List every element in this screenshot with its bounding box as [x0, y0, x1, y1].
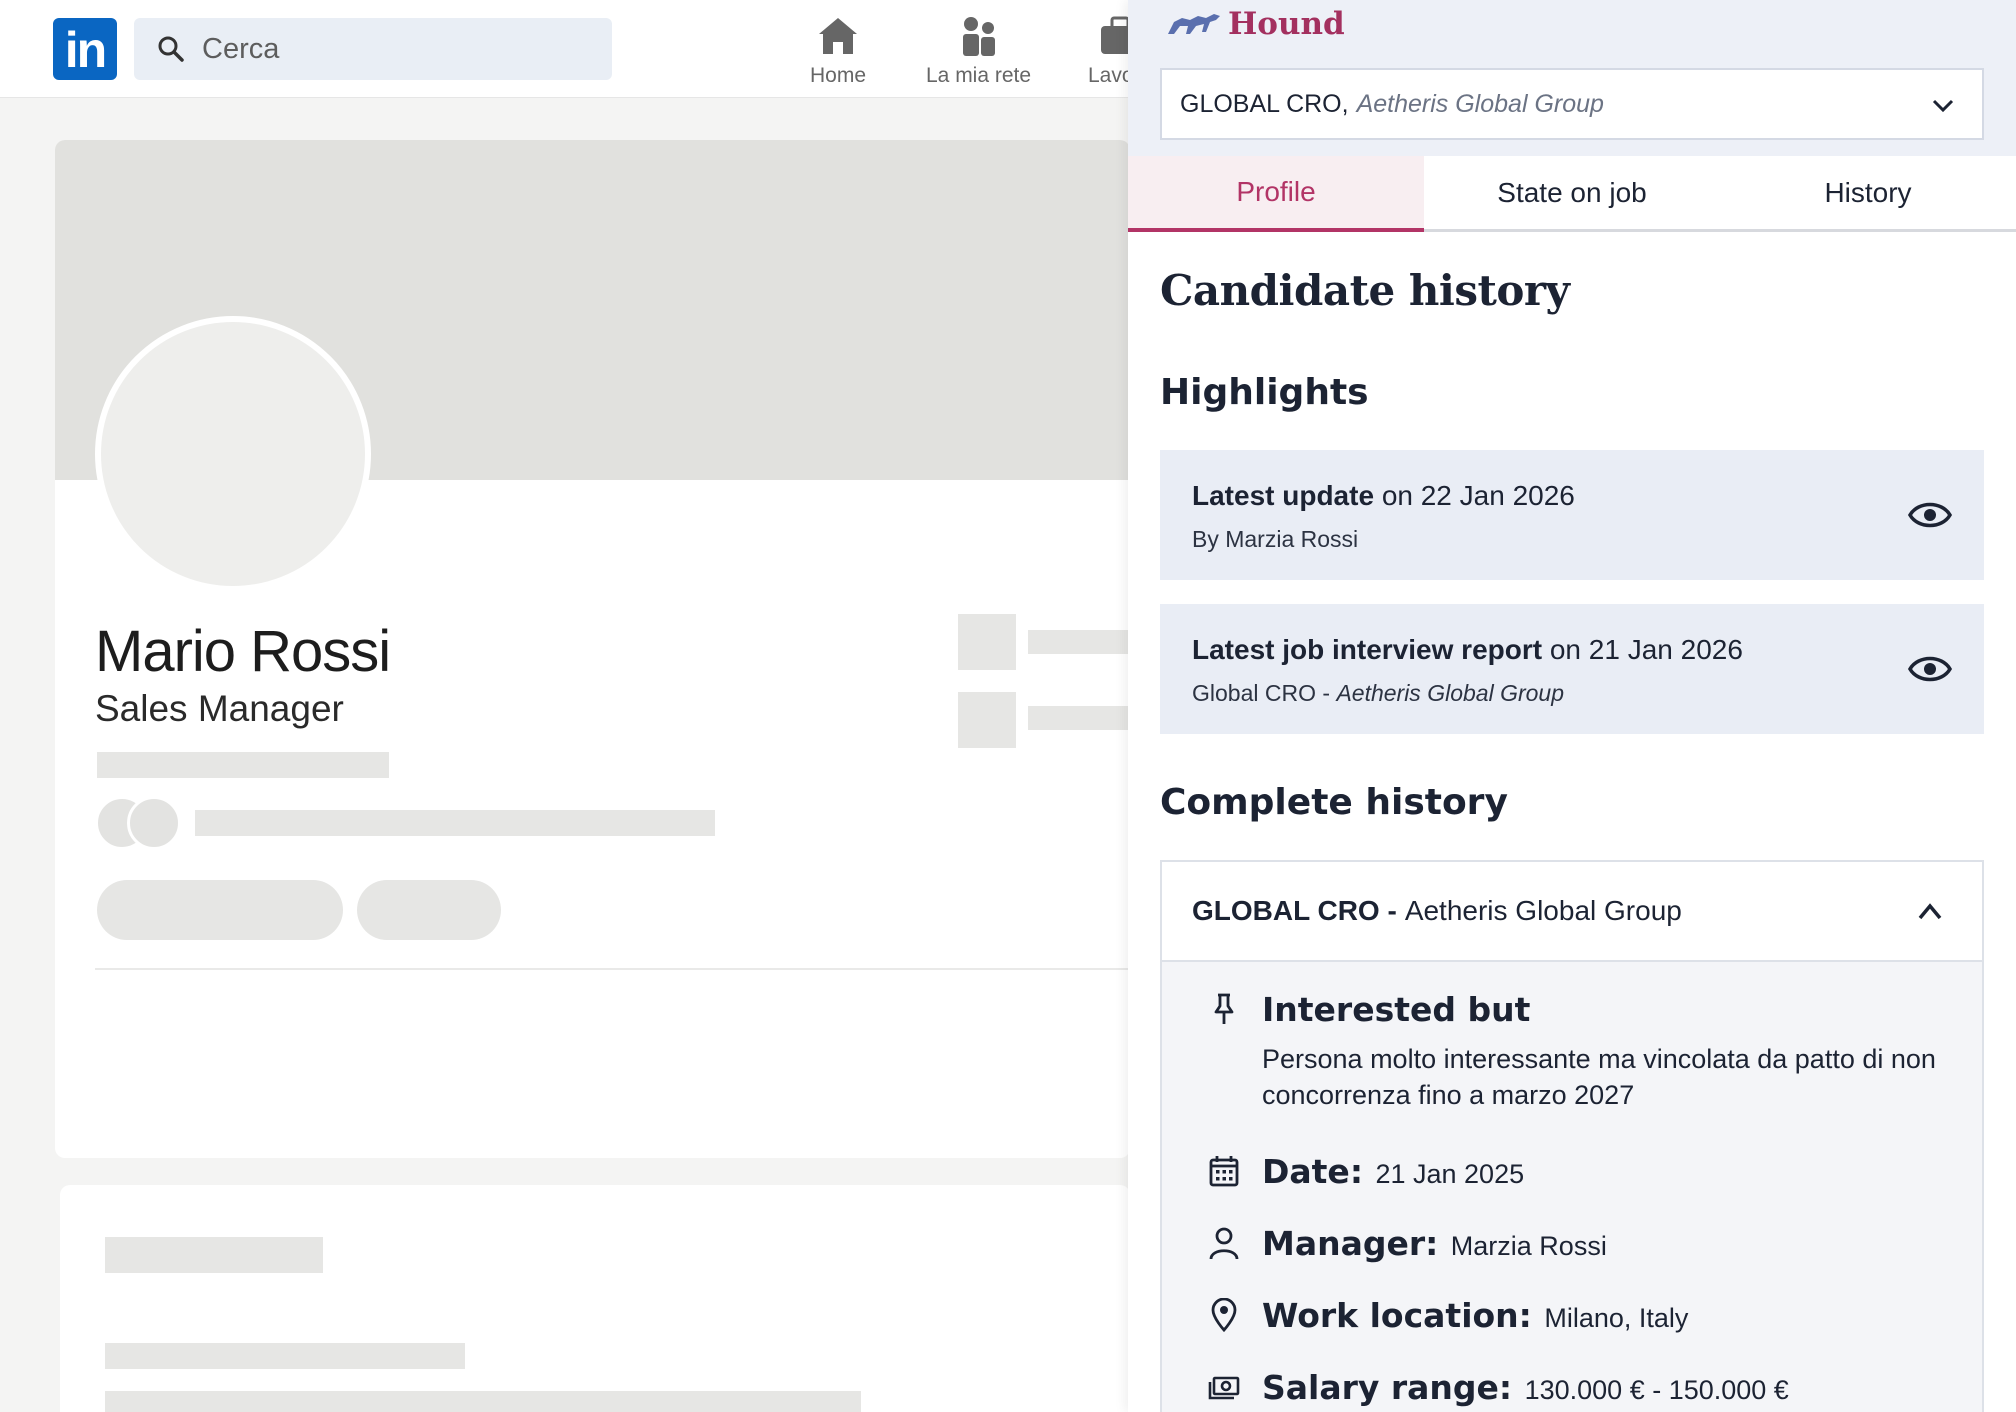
- linkedin-search-input[interactable]: Cerca: [134, 18, 612, 80]
- job-selector-dropdown[interactable]: GLOBAL CRO, Aetheris Global Group: [1160, 68, 1984, 140]
- briefcase-icon: [1101, 16, 1130, 54]
- money-icon: [1208, 1376, 1240, 1400]
- history-location-label: Work location:: [1262, 1296, 1532, 1335]
- profile-name: Mario Rossi: [95, 619, 391, 684]
- highlight-label: Latest job interview report: [1192, 634, 1543, 665]
- history-role: GLOBAL CRO -: [1192, 895, 1397, 926]
- placeholder-bar: [1028, 706, 1130, 730]
- history-company: Aetheris Global Group: [1404, 895, 1682, 926]
- highlights-heading: Highlights: [1160, 372, 1369, 413]
- placeholder-bar: [97, 752, 389, 778]
- hound-brand-name: Hound: [1228, 6, 1345, 42]
- highlight-latest-update: Latest update on 22 Jan 2026 By Marzia R…: [1160, 450, 1984, 580]
- linkedin-page: in Cerca Home La mia rete Lavoro Mario R…: [0, 0, 1130, 1412]
- profile-card: Mario Rossi Sales Manager: [55, 140, 1130, 1158]
- placeholder-avatar: [127, 796, 181, 850]
- history-salary-body: Salary range: 130.000 € - 150.000 €: [1262, 1368, 1789, 1407]
- divider: [95, 968, 1130, 970]
- page-title: Candidate history: [1160, 266, 1570, 315]
- history-salary-label: Salary range:: [1262, 1368, 1513, 1407]
- nav-home-label: Home: [810, 64, 867, 87]
- tab-bar: Profile State on job History: [1128, 156, 2016, 232]
- linkedin-topbar: in Cerca Home La mia rete Lavoro: [0, 0, 1130, 98]
- hound-logo-icon: [1168, 14, 1220, 34]
- highlight-job-company: Aetheris Global Group: [1336, 680, 1565, 706]
- highlight-line: Latest job interview report on 21 Jan 20…: [1192, 634, 1743, 666]
- avatar[interactable]: [95, 316, 371, 592]
- person-icon: [1209, 1227, 1239, 1260]
- placeholder-logo: [958, 614, 1016, 670]
- history-date-value: 21 Jan 2025: [1375, 1159, 1525, 1189]
- eye-icon[interactable]: [1908, 651, 1952, 687]
- highlight-label: Latest update: [1192, 480, 1375, 511]
- linkedin-logo[interactable]: in: [53, 18, 117, 80]
- history-manager-value: Marzia Rossi: [1450, 1231, 1607, 1261]
- history-date-body: Date: 21 Jan 2025: [1262, 1152, 1524, 1191]
- history-status-body: Interested but Persona molto interessant…: [1262, 990, 1952, 1113]
- nav-jobs[interactable]: Lavoro: [1088, 14, 1130, 88]
- job-selector-role: GLOBAL CRO,: [1180, 89, 1349, 118]
- hound-header: Hound GLOBAL CRO, Aetheris Global Group: [1128, 0, 2016, 156]
- eye-icon[interactable]: [1908, 497, 1952, 533]
- placeholder-bar: [105, 1237, 323, 1273]
- highlight-date: on 22 Jan 2026: [1381, 480, 1575, 511]
- tab-history[interactable]: History: [1720, 156, 2016, 229]
- nav-home[interactable]: Home: [810, 14, 866, 88]
- hound-panel: Hound GLOBAL CRO, Aetheris Global Group …: [1128, 0, 2016, 1412]
- search-placeholder: Cerca: [202, 32, 280, 65]
- profile-headline: Sales Manager: [95, 688, 344, 729]
- chevron-up-icon: [1918, 903, 1942, 920]
- history-accordion: GLOBAL CRO - Aetheris Global Group Inter…: [1160, 860, 1984, 1412]
- complete-history-heading: Complete history: [1160, 782, 1508, 823]
- history-accordion-header[interactable]: GLOBAL CRO - Aetheris Global Group: [1162, 862, 1982, 962]
- placeholder-bar: [1028, 630, 1130, 654]
- highlight-job-role: Global CRO -: [1192, 680, 1331, 706]
- history-manager-label: Manager:: [1262, 1224, 1439, 1263]
- highlight-latest-interview: Latest job interview report on 21 Jan 20…: [1160, 604, 1984, 734]
- highlight-job: Global CRO - Aetheris Global Group: [1192, 680, 1564, 707]
- history-location-row: Work location: Milano, Italy: [1208, 1296, 1688, 1335]
- placeholder-bar: [105, 1343, 465, 1369]
- nav-jobs-label: Lavoro: [1088, 64, 1130, 87]
- network-icon: [962, 17, 995, 56]
- history-status: Interested but: [1262, 990, 1531, 1029]
- history-manager-row: Manager: Marzia Rossi: [1208, 1224, 1607, 1263]
- history-location-value: Milano, Italy: [1544, 1303, 1689, 1333]
- placeholder-button: [97, 880, 343, 940]
- tab-profile[interactable]: Profile: [1128, 156, 1424, 232]
- nav-network[interactable]: La mia rete: [926, 14, 1031, 88]
- calendar-icon: [1209, 1156, 1239, 1187]
- chevron-down-icon: [1932, 99, 1954, 113]
- job-selector-company: Aetheris Global Group: [1356, 89, 1604, 118]
- pin-icon: [1214, 993, 1234, 1024]
- profile-section-card: [60, 1185, 1130, 1412]
- history-note: Persona molto interessante ma vincolata …: [1262, 1044, 1936, 1110]
- history-salary-value: 130.000 € - 150.000 €: [1524, 1375, 1789, 1405]
- search-icon: [158, 36, 184, 62]
- highlight-author: By Marzia Rossi: [1192, 526, 1359, 552]
- home-icon: [819, 18, 858, 54]
- placeholder-button: [357, 880, 501, 940]
- hound-brand: Hound: [1164, 6, 1345, 42]
- tab-state-on-job[interactable]: State on job: [1424, 156, 1720, 229]
- history-location-body: Work location: Milano, Italy: [1262, 1296, 1688, 1335]
- placeholder-bar: [195, 810, 715, 836]
- history-status-row: Interested but Persona molto interessant…: [1208, 990, 1952, 1113]
- history-date-label: Date:: [1262, 1152, 1364, 1191]
- highlight-date: on 21 Jan 2026: [1549, 634, 1743, 665]
- placeholder-logo: [958, 692, 1016, 748]
- nav-network-label: La mia rete: [926, 64, 1032, 87]
- highlight-line: Latest update on 22 Jan 2026: [1192, 480, 1575, 512]
- location-pin-icon: [1211, 1298, 1237, 1332]
- history-salary-row: Salary range: 130.000 € - 150.000 €: [1208, 1368, 1789, 1407]
- placeholder-bar: [105, 1391, 861, 1412]
- history-date-row: Date: 21 Jan 2025: [1208, 1152, 1524, 1191]
- history-manager-body: Manager: Marzia Rossi: [1262, 1224, 1607, 1263]
